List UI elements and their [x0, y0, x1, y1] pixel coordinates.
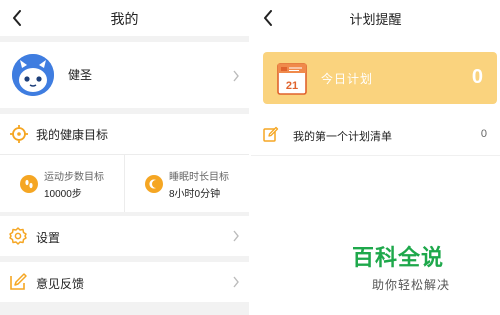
- calendar-icon: 21: [277, 63, 307, 95]
- menu-item-label: 意见反馈: [36, 277, 85, 291]
- plan-list-name: 我的第一个计划清单: [293, 131, 392, 143]
- moon-icon: [145, 175, 163, 193]
- feedback-edit-icon: [10, 273, 27, 290]
- avatar: [12, 54, 54, 96]
- my-page: 我的 健圣 我的健康目标 运动步数目标 10000步 睡眠时长目标 8小时0分钟…: [0, 0, 249, 315]
- top-bar: 计划提醒: [251, 0, 500, 36]
- menu-item-settings[interactable]: 设置: [0, 216, 249, 256]
- list-item[interactable]: 我的第一个计划清单 0: [251, 112, 500, 156]
- today-plan-label: 今日计划: [321, 72, 374, 86]
- chevron-right-icon: [233, 276, 239, 288]
- calendar-day: 21: [286, 80, 298, 92]
- sleep-goal-label: 睡眠时长目标: [169, 172, 229, 183]
- health-goal-card: 我的健康目标 运动步数目标 10000步 睡眠时长目标 8小时0分钟: [0, 114, 249, 212]
- page-title: 计划提醒: [349, 12, 402, 27]
- watermark-title: 百科全说: [352, 245, 445, 270]
- gear-icon: [9, 227, 27, 245]
- plan-list-count: 0: [480, 128, 487, 140]
- edit-note-icon: [263, 126, 279, 142]
- watermark-subtitle: 助你轻松解决: [372, 278, 451, 292]
- menu-item-feedback[interactable]: 意见反馈: [0, 262, 249, 302]
- user-name: 健圣: [68, 68, 93, 82]
- profile-card[interactable]: 健圣: [0, 42, 249, 108]
- screen: 我的 健圣 我的健康目标 运动步数目标 10000步 睡眠时长目标 8小时0分钟…: [0, 0, 500, 315]
- target-icon: [10, 125, 28, 143]
- top-bar: 我的: [0, 0, 249, 36]
- sleep-goal[interactable]: 睡眠时长目标 8小时0分钟: [145, 166, 249, 206]
- steps-goal-label: 运动步数目标: [44, 172, 104, 183]
- today-plan-count: 0: [471, 66, 483, 88]
- menu-item-label: 设置: [36, 231, 61, 245]
- robot-avatar-icon: [12, 54, 54, 96]
- page-title: 我的: [110, 11, 139, 27]
- watermark: 百科全说 助你轻松解决: [352, 240, 472, 293]
- health-goal-title: 我的健康目标: [36, 128, 109, 142]
- steps-goal[interactable]: 运动步数目标 10000步: [20, 166, 140, 206]
- footprint-icon: [20, 175, 38, 193]
- today-plan-banner[interactable]: 21 今日计划 0: [263, 52, 497, 104]
- chevron-right-icon: [233, 230, 239, 242]
- steps-goal-value: 10000步: [44, 189, 82, 200]
- sleep-goal-value: 8小时0分钟: [169, 189, 221, 200]
- chevron-right-icon: [233, 70, 239, 82]
